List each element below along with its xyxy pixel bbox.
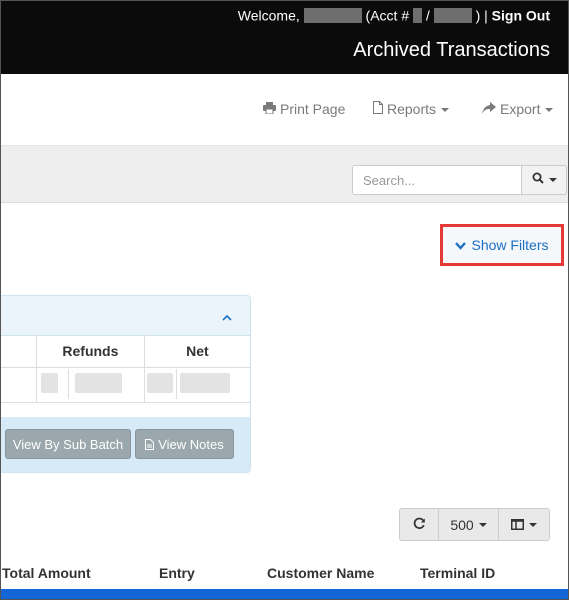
page-size-dropdown[interactable]: 500 — [439, 508, 499, 541]
summary-header-row: Refunds Net — [1, 335, 250, 368]
acct-close: ) — [475, 7, 481, 24]
view-notes-label: View Notes — [158, 436, 224, 452]
show-filters-button[interactable]: Show Filters — [440, 224, 564, 266]
chevron-down-icon — [548, 178, 557, 182]
page-title: Archived Transactions — [353, 39, 550, 61]
view-by-sub-batch-button[interactable]: View By Sub Batch — [5, 429, 131, 459]
search-bar — [1, 146, 568, 203]
share-arrow-icon — [482, 102, 496, 117]
summary-cell — [1, 367, 38, 403]
show-filters-label: Show Filters — [471, 237, 549, 253]
summary-col-refunds: Refunds — [36, 335, 145, 368]
welcome-text: Welcome, — [237, 7, 300, 24]
refresh-icon — [413, 517, 426, 533]
export-dropdown[interactable]: Export — [482, 101, 554, 117]
reports-label: Reports — [387, 101, 437, 117]
refresh-button[interactable] — [399, 508, 439, 541]
batch-summary-panel: Refunds Net View By Sub Batch View Notes — [1, 295, 251, 473]
redacted-acct-name — [433, 7, 472, 23]
col-header-terminal-id[interactable]: Terminal ID — [420, 565, 495, 581]
search-icon — [532, 171, 544, 189]
welcome-line: Welcome, (Acct # / ) | Sign Out — [238, 6, 550, 23]
page-toolbar: Print Page Reports Export — [1, 74, 568, 146]
sign-out-link[interactable]: Sign Out — [492, 7, 550, 23]
chevron-up-icon[interactable] — [222, 308, 232, 326]
columns-toggle-button[interactable] — [499, 508, 550, 541]
chevron-down-icon — [478, 522, 487, 527]
chevron-down-icon — [455, 237, 467, 253]
printer-icon — [263, 102, 276, 117]
print-page-label: Print Page — [280, 101, 346, 117]
summary-col-net: Net — [144, 335, 250, 368]
columns-icon — [511, 517, 524, 533]
redacted-acct-number — [413, 7, 423, 23]
chevron-down-icon — [545, 108, 554, 113]
view-notes-button[interactable]: View Notes — [135, 429, 234, 459]
acct-separator: / — [425, 7, 430, 24]
search-button[interactable] — [522, 165, 567, 195]
document-icon — [373, 101, 383, 117]
redacted-value — [75, 373, 122, 393]
table-controls: 500 — [399, 508, 550, 541]
reports-dropdown[interactable]: Reports — [373, 101, 450, 117]
col-header-total-amount[interactable]: Total Amount — [2, 565, 91, 581]
redacted-username — [303, 7, 362, 23]
redacted-value — [180, 373, 230, 393]
export-label: Export — [500, 101, 541, 117]
redacted-value — [41, 373, 58, 393]
chevron-down-icon — [441, 108, 450, 113]
redacted-value — [147, 373, 173, 393]
panel-footer: View By Sub Batch View Notes — [1, 417, 250, 472]
top-header: Welcome, (Acct # / ) | Sign Out Archived… — [1, 1, 568, 74]
panel-header — [1, 296, 250, 336]
print-page-button[interactable]: Print Page — [263, 101, 345, 117]
header-divider: | — [484, 7, 488, 24]
document-icon — [145, 438, 155, 450]
app-window: Welcome, (Acct # / ) | Sign Out Archived… — [0, 0, 569, 600]
page-size-value: 500 — [450, 516, 474, 533]
col-header-entry[interactable]: Entry — [159, 565, 195, 581]
search-input[interactable] — [352, 165, 522, 195]
chevron-down-icon — [529, 522, 537, 527]
summary-col-hidden — [1, 335, 38, 368]
col-header-customer-name[interactable]: Customer Name — [267, 565, 374, 581]
acct-label: (Acct # — [365, 7, 410, 24]
selected-row-bar — [1, 589, 568, 599]
